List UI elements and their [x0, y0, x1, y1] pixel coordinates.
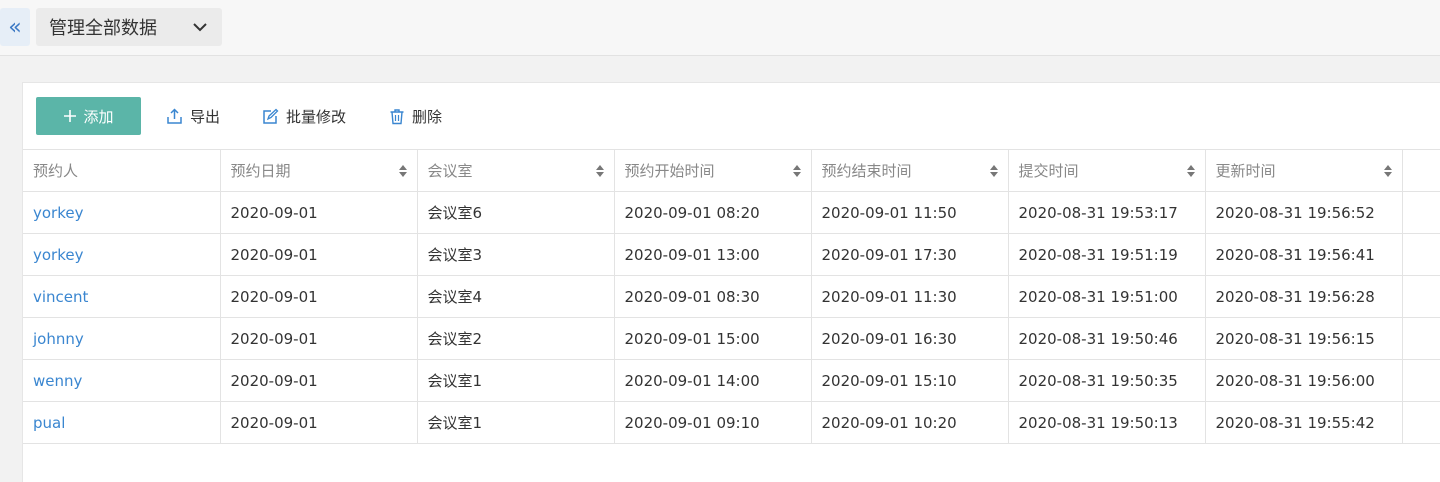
- table-cell: 2020-09-01: [220, 317, 418, 360]
- add-button-label: 添加: [83, 107, 114, 126]
- reserver-link[interactable]: vincent: [23, 275, 221, 318]
- table-row[interactable]: wenny 2020-09-01 会议室1 2020-09-01 14:00 2020-…: [23, 359, 1440, 402]
- reserver-link[interactable]: yorkey: [23, 191, 221, 234]
- table-cell: 2020-09-01: [220, 401, 418, 444]
- table-cell: 会议室4: [417, 275, 615, 318]
- edit-icon: [263, 108, 279, 124]
- table-cell: 2020-09-01 08:20: [614, 191, 812, 234]
- table-cell: 2020-08-31 19:53:17: [1008, 191, 1206, 234]
- column-header-submitted-at[interactable]: 提交时间: [1008, 149, 1206, 192]
- table-row[interactable]: yorkey 2020-09-01 会议室6 2020-09-01 08:20 2020…: [23, 191, 1440, 234]
- export-icon: [167, 107, 182, 124]
- chevron-down-icon: [193, 23, 207, 32]
- sort-icon[interactable]: [989, 164, 998, 177]
- table-cell: 2020-09-01: [220, 359, 418, 402]
- table-cell: 2020-09-01: [220, 275, 418, 318]
- table-row[interactable]: pual 2020-09-01 会议室1 2020-09-01 09:10 2020-0…: [23, 401, 1440, 444]
- top-bar: « 管理全部数据: [0, 0, 1440, 56]
- plus-icon: [64, 110, 77, 122]
- table-cell-extra: [1402, 233, 1440, 276]
- column-header-updated-at[interactable]: 更新时间: [1205, 149, 1403, 192]
- double-chevron-left-icon: «: [8, 14, 22, 40]
- table-cell: 2020-09-01 16:30: [811, 317, 1009, 360]
- table-cell: 2020-09-01 14:00: [614, 359, 812, 402]
- column-header-start-time[interactable]: 预约开始时间: [614, 149, 812, 192]
- table-cell: 2020-09-01: [220, 191, 418, 234]
- delete-button[interactable]: 删除: [389, 105, 442, 127]
- table-cell: 2020-08-31 19:56:15: [1205, 317, 1403, 360]
- collapse-sidebar-button[interactable]: «: [0, 8, 30, 46]
- table-cell: 2020-08-31 19:51:19: [1008, 233, 1206, 276]
- column-header-reserver[interactable]: 预约人: [23, 149, 221, 192]
- column-header-end-time[interactable]: 预约结束时间: [811, 149, 1009, 192]
- table-cell: 2020-09-01 15:10: [811, 359, 1009, 402]
- table-cell-extra: [1402, 191, 1440, 234]
- sort-icon[interactable]: [1383, 164, 1392, 177]
- table-cell-extra: [1402, 359, 1440, 402]
- export-button[interactable]: 导出: [166, 105, 220, 127]
- sort-icon[interactable]: [398, 164, 407, 177]
- table-row[interactable]: vincent 2020-09-01 会议室4 2020-09-01 08:30 202…: [23, 275, 1440, 318]
- batch-edit-button-label: 批量修改: [286, 107, 347, 126]
- table-cell: 2020-08-31 19:56:52: [1205, 191, 1403, 234]
- table-header-row: 预约人 预约日期 会议室 预约开始时间 预约结束时间 提交时间 更新时间: [23, 149, 1440, 192]
- reservations-table: 预约人 预约日期 会议室 预约开始时间 预约结束时间 提交时间 更新时间 yor…: [23, 149, 1440, 444]
- table-cell: 2020-09-01 15:00: [614, 317, 812, 360]
- table-cell: 2020-08-31 19:56:41: [1205, 233, 1403, 276]
- table-cell: 2020-09-01: [220, 233, 418, 276]
- sort-icon[interactable]: [792, 164, 801, 177]
- toolbar: 添加 导出 批量修改 删除: [23, 83, 1440, 149]
- table-cell: 会议室3: [417, 233, 615, 276]
- table-cell: 2020-09-01 08:30: [614, 275, 812, 318]
- table-body: yorkey 2020-09-01 会议室6 2020-09-01 08:20 2020…: [23, 191, 1440, 444]
- table-cell: 2020-08-31 19:51:00: [1008, 275, 1206, 318]
- table-cell: 2020-09-01 09:10: [614, 401, 812, 444]
- reserver-link[interactable]: johnny: [23, 317, 221, 360]
- data-scope-select[interactable]: 管理全部数据: [36, 8, 222, 46]
- sort-icon[interactable]: [1186, 164, 1195, 177]
- export-button-label: 导出: [190, 107, 221, 126]
- table-cell: 2020-08-31 19:55:42: [1205, 401, 1403, 444]
- table-cell-extra: [1402, 317, 1440, 360]
- delete-button-label: 删除: [412, 107, 443, 126]
- reserver-link[interactable]: yorkey: [23, 233, 221, 276]
- table-cell: 2020-09-01 11:30: [811, 275, 1009, 318]
- column-header-extra: [1402, 149, 1440, 192]
- table-cell: 2020-09-01 10:20: [811, 401, 1009, 444]
- sort-icon[interactable]: [595, 164, 604, 177]
- table-cell: 2020-08-31 19:50:13: [1008, 401, 1206, 444]
- data-scope-select-value: 管理全部数据: [49, 18, 157, 39]
- table-cell: 2020-08-31 19:50:46: [1008, 317, 1206, 360]
- table-cell: 2020-09-01 13:00: [614, 233, 812, 276]
- reserver-link[interactable]: pual: [23, 401, 221, 444]
- table-cell-extra: [1402, 401, 1440, 444]
- batch-edit-button[interactable]: 批量修改: [262, 105, 346, 127]
- table-cell: 2020-08-31 19:56:28: [1205, 275, 1403, 318]
- table-row[interactable]: yorkey 2020-09-01 会议室3 2020-09-01 13:00 2020…: [23, 233, 1440, 276]
- table-cell: 会议室2: [417, 317, 615, 360]
- table-cell: 会议室1: [417, 359, 615, 402]
- table-cell: 2020-09-01 17:30: [811, 233, 1009, 276]
- table-row[interactable]: johnny 2020-09-01 会议室2 2020-09-01 15:00 2020…: [23, 317, 1440, 360]
- content-panel: 添加 导出 批量修改 删除 预约人 预约日期 会议室 预约开始时间 预约结束时间…: [22, 82, 1440, 482]
- table-cell: 2020-09-01 11:50: [811, 191, 1009, 234]
- table-cell: 2020-08-31 19:50:35: [1008, 359, 1206, 402]
- table-cell: 2020-08-31 19:56:00: [1205, 359, 1403, 402]
- column-header-date[interactable]: 预约日期: [220, 149, 418, 192]
- table-cell: 会议室6: [417, 191, 615, 234]
- add-button[interactable]: 添加: [36, 97, 141, 135]
- reserver-link[interactable]: wenny: [23, 359, 221, 402]
- table-cell-extra: [1402, 275, 1440, 318]
- trash-icon: [390, 108, 404, 124]
- column-header-room[interactable]: 会议室: [417, 149, 615, 192]
- table-cell: 会议室1: [417, 401, 615, 444]
